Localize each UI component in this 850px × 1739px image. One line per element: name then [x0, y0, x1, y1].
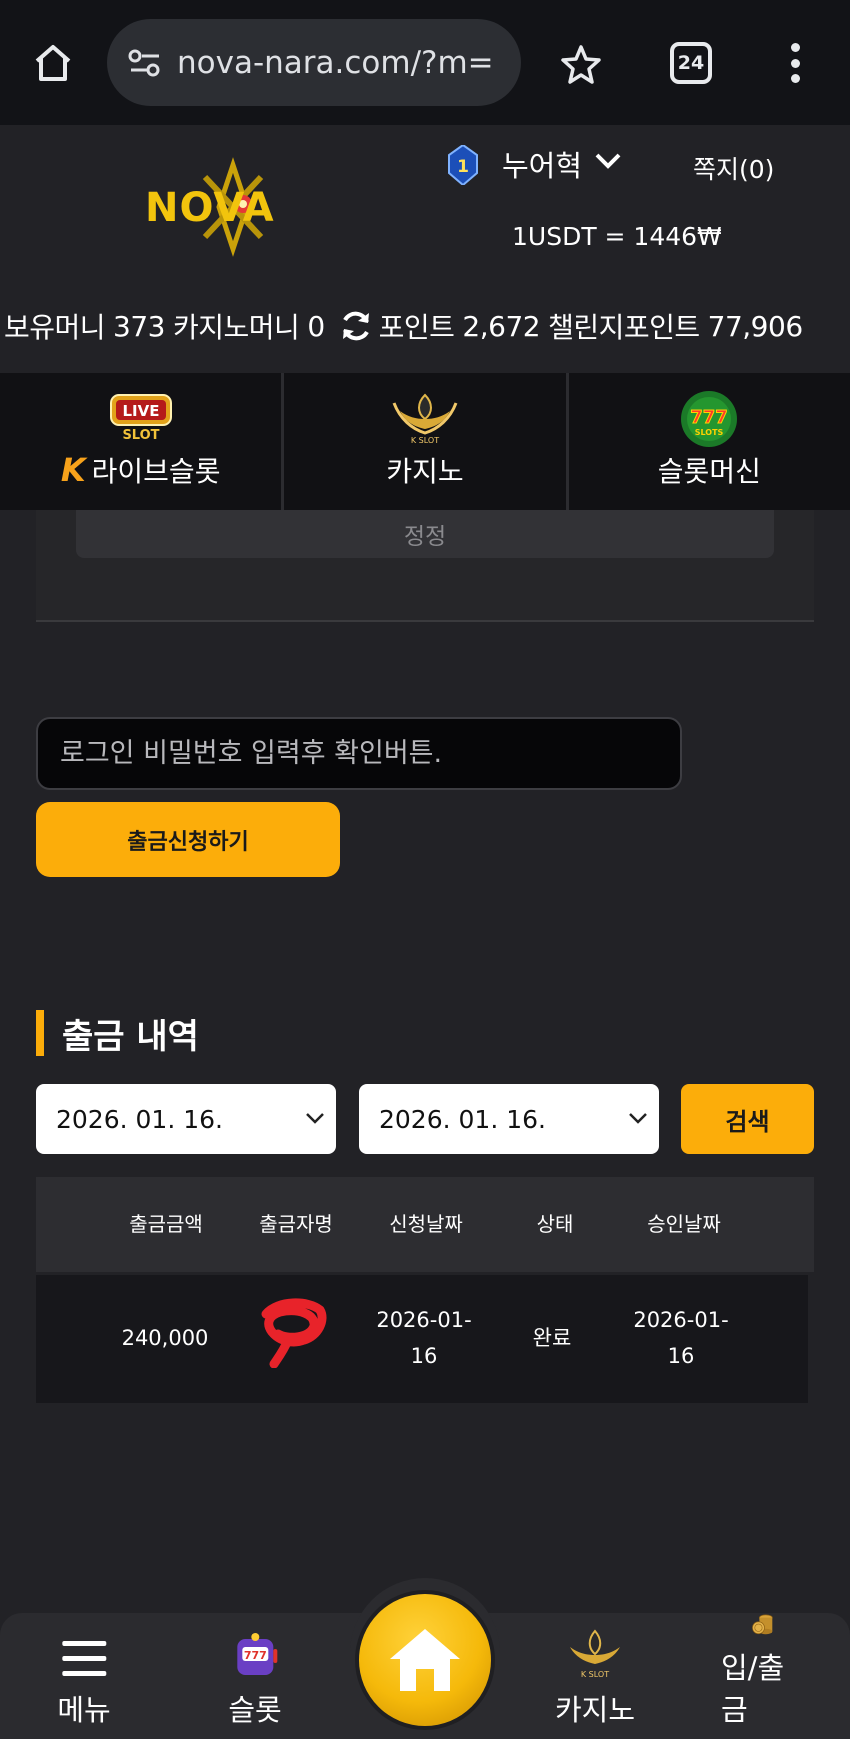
nav-menu[interactable]: 메뉴 — [57, 1613, 111, 1739]
column-header: 승인날짜 — [647, 1212, 721, 1236]
nova-logo[interactable]: NOVA — [145, 157, 320, 257]
date-from-value: 2026. 01. 16. — [56, 1104, 223, 1134]
game-category-tabs: LIVE SLOT K 라이브슬롯 K SLOT 카지노 777 SLOTS 슬… — [0, 373, 850, 510]
k-slot-icon: K SLOT — [392, 393, 458, 445]
chevron-down-icon — [629, 1113, 647, 1124]
chevron-down-icon — [306, 1113, 324, 1124]
column-header: 신청날짜 — [389, 1212, 463, 1236]
date-to-value: 2026. 01. 16. — [379, 1104, 546, 1134]
browser-home-icon[interactable] — [28, 38, 78, 88]
777-slots-icon: 777 SLOTS — [681, 391, 738, 447]
bookmark-star-icon[interactable] — [557, 40, 605, 88]
svg-text:K SLOT: K SLOT — [411, 436, 439, 445]
date-to-select[interactable]: 2026. 01. 16. — [359, 1084, 659, 1154]
level-badge-icon: 1 — [447, 143, 479, 187]
column-header: 출금자명 — [259, 1212, 333, 1236]
column-header: 상태 — [536, 1212, 574, 1236]
nav-deposit-withdraw[interactable]: 입/출금 — [721, 1613, 807, 1739]
history-title: 출금 내역 — [62, 1016, 199, 1057]
money-label: 보유머니 — [4, 311, 106, 344]
k-badge-icon: K — [60, 451, 86, 489]
svg-text:SLOTS: SLOTS — [695, 428, 724, 437]
tab-slot-machine[interactable]: 777 SLOTS 슬롯머신 — [569, 373, 850, 510]
password-input[interactable] — [36, 717, 682, 790]
slot-machine-icon: 777 — [237, 1633, 277, 1675]
history-table-header: 출금금액 출금자명 신청날짜 상태 승인날짜 — [36, 1177, 814, 1272]
site-settings-icon[interactable] — [125, 43, 165, 83]
more-menu-icon[interactable] — [780, 38, 810, 88]
status-cell: 완료 — [532, 1326, 572, 1350]
home-button[interactable] — [359, 1594, 491, 1726]
url-text: nova-nara.com/?m= — [177, 44, 494, 81]
nav-deposit-withdraw-label: 입/출금 — [721, 1651, 785, 1727]
point-value: 2,672 — [462, 309, 541, 343]
svg-text:777: 777 — [691, 407, 729, 428]
username[interactable]: 누어혁 — [502, 143, 582, 185]
challenge-point-value: 77,906 — [707, 309, 803, 343]
approve-date-cell: 2026-01- 16 — [633, 1302, 728, 1374]
tab-casino[interactable]: K SLOT 카지노 — [284, 373, 569, 510]
request-date-line2: 16 — [410, 1344, 438, 1368]
nav-casino[interactable]: K SLOT 카지노 — [555, 1613, 635, 1739]
browser-toolbar: nova-nara.com/?m= 24 — [0, 0, 850, 125]
approve-date-line2: 16 — [667, 1344, 695, 1368]
messages-link[interactable]: 쪽지(0) — [693, 150, 774, 186]
coins-icon — [752, 1614, 773, 1635]
approve-date-line1: 2026-01- — [633, 1308, 729, 1332]
point-label: 포인트 — [378, 311, 455, 344]
svg-text:K SLOT: K SLOT — [581, 1670, 609, 1679]
amount-cell: 240,000 — [121, 1326, 209, 1350]
chevron-down-icon[interactable] — [594, 151, 622, 171]
home-icon — [390, 1629, 460, 1691]
section-title: 출금 내역 — [36, 1009, 199, 1057]
nav-menu-label: 메뉴 — [57, 1693, 111, 1727]
tab-switcher-button[interactable]: 24 — [670, 42, 712, 84]
live-slot-icon: LIVE SLOT — [109, 394, 172, 441]
redaction-scribble — [261, 1298, 327, 1368]
money-value: 373 — [113, 309, 165, 343]
withdraw-request-button[interactable]: 출금신청하기 — [36, 802, 340, 877]
nav-slot[interactable]: 777 슬롯 — [228, 1613, 282, 1739]
exchange-rate: 1USDT = 1446₩ — [512, 222, 722, 251]
logo-text: NOVA — [145, 185, 275, 231]
request-date-line1: 2026-01- — [376, 1308, 472, 1332]
address-bar[interactable]: nova-nara.com/?m= — [107, 19, 521, 106]
challenge-point-label: 챌린지포인트 — [548, 311, 700, 344]
date-from-select[interactable]: 2026. 01. 16. — [36, 1084, 336, 1154]
svg-text:777: 777 — [244, 1649, 267, 1662]
refresh-icon[interactable] — [339, 309, 373, 343]
svg-text:SLOT: SLOT — [122, 428, 159, 441]
tab-live-slot[interactable]: LIVE SLOT K 라이브슬롯 — [0, 373, 285, 510]
wallet-bar: 보유머니 373 카지노머니 0 포인트 2,672 챌린지포인트 77,906 — [0, 301, 850, 351]
table-row: 240,000 2026-01- 16 완료 2026-01- 16 — [36, 1275, 808, 1403]
column-header: 출금금액 — [129, 1212, 203, 1236]
nav-casino-label: 카지노 — [554, 1693, 636, 1727]
title-accent-bar — [36, 1010, 44, 1056]
site-header: NOVA 1 누어혁 쪽지(0) 1USDT = 1446₩ 보유머니 373 … — [0, 125, 850, 373]
correct-button[interactable]: 정정 — [76, 510, 774, 558]
tab-casino-label: 카지노 — [386, 455, 464, 488]
tab-slot-machine-label: 슬롯머신 — [657, 455, 761, 488]
request-date-cell: 2026-01- 16 — [376, 1302, 471, 1374]
nav-slot-label: 슬롯 — [228, 1693, 282, 1727]
tab-live-slot-label: 라이브슬롯 — [91, 455, 221, 488]
casino-money-label: 카지노머니 — [173, 311, 300, 344]
k-slot-icon: K SLOT — [569, 1629, 620, 1679]
svg-text:LIVE: LIVE — [122, 402, 159, 420]
hamburger-menu-icon — [62, 1641, 106, 1676]
svg-text:1: 1 — [457, 157, 469, 177]
search-button[interactable]: 검색 — [681, 1084, 814, 1154]
casino-money-value: 0 — [307, 309, 325, 343]
